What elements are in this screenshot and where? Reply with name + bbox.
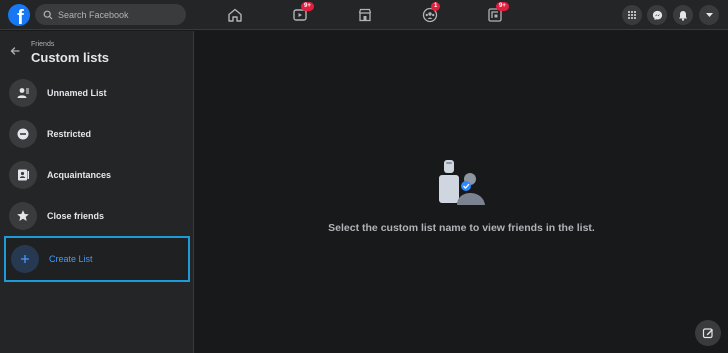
watch-icon[interactable]: 9+ bbox=[291, 2, 314, 24]
person-list-icon bbox=[9, 78, 37, 107]
top-navigation-bar: f 9+ 1 9+ bbox=[0, 0, 728, 30]
minus-circle-icon bbox=[9, 119, 37, 148]
list-item-restricted[interactable]: Restricted bbox=[4, 114, 190, 153]
search-bar[interactable] bbox=[35, 4, 186, 25]
back-arrow-icon[interactable] bbox=[9, 45, 21, 57]
new-message-button[interactable] bbox=[695, 320, 721, 346]
search-input[interactable] bbox=[58, 9, 178, 20]
plus-icon bbox=[11, 245, 39, 273]
empty-state-message: Select the custom list name to view frie… bbox=[328, 222, 595, 234]
groups-badge: 1 bbox=[431, 2, 441, 11]
list-item-label: Unnamed List bbox=[47, 87, 107, 98]
marketplace-icon[interactable] bbox=[356, 6, 374, 24]
facebook-logo-letter: f bbox=[17, 7, 24, 26]
create-list-label: Create List bbox=[49, 254, 93, 264]
friends-list-illustration-icon bbox=[439, 160, 485, 205]
search-icon bbox=[43, 10, 53, 19]
watch-badge: 9+ bbox=[301, 2, 314, 11]
list-item-label: Acquaintances bbox=[47, 169, 112, 180]
list-item-acquaintances[interactable]: Acquaintances bbox=[4, 155, 190, 194]
facebook-logo-icon[interactable]: f bbox=[8, 4, 30, 26]
groups-icon[interactable]: 1 bbox=[421, 2, 441, 24]
contact-card-icon bbox=[9, 160, 37, 189]
main-content: Select the custom list name to view frie… bbox=[195, 31, 728, 353]
create-list-button[interactable]: Create List bbox=[4, 236, 190, 282]
menu-grid-icon[interactable] bbox=[622, 5, 642, 25]
gaming-badge: 9+ bbox=[496, 2, 509, 11]
list-item-label: Restricted bbox=[47, 128, 92, 139]
list-item-label: Close friends bbox=[47, 210, 105, 221]
list-item-unnamed-list[interactable]: Unnamed List bbox=[4, 73, 190, 112]
list-item-close-friends[interactable]: Close friends bbox=[4, 196, 190, 235]
gaming-icon[interactable]: 9+ bbox=[486, 2, 509, 24]
notifications-icon[interactable] bbox=[673, 5, 693, 25]
breadcrumb[interactable]: Friends bbox=[31, 41, 54, 48]
messenger-icon[interactable] bbox=[647, 5, 667, 25]
star-icon bbox=[9, 201, 37, 230]
compose-icon bbox=[702, 328, 713, 339]
sidebar: Friends Custom lists Unnamed List Restri… bbox=[0, 31, 194, 353]
account-dropdown-icon[interactable] bbox=[699, 5, 719, 25]
home-icon[interactable] bbox=[226, 6, 244, 24]
page-title: Custom lists bbox=[31, 50, 110, 65]
